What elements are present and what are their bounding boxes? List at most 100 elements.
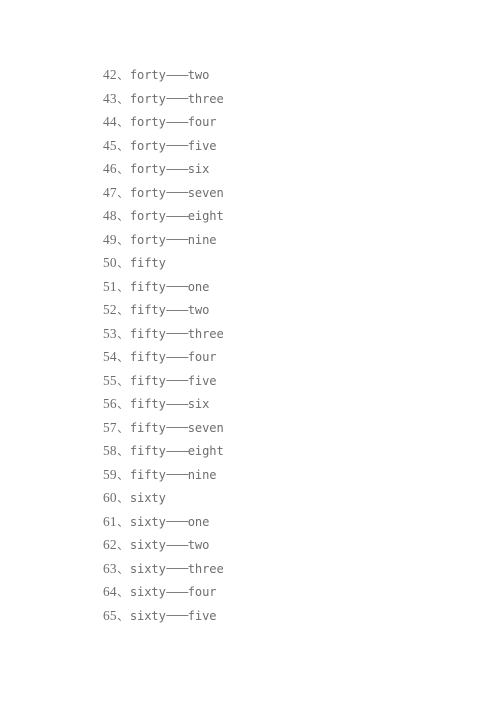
list-item-number: 60 [103,490,117,505]
list-item-number: 50 [103,255,117,270]
list-item: 46、 forty——six [103,157,423,181]
document-page: 42、 forty——two 43、 forty——three 44、 forty——fo… [0,0,500,707]
word-separator-dash: —— [165,349,189,364]
list-item: 48、 forty——eight [103,204,423,228]
list-item: 65、 sixty——five [103,604,423,628]
enumeration-comma: 、 [117,586,129,599]
word-tens: fifty [129,420,166,435]
word-units: two [187,303,210,317]
list-item-number: 59 [103,466,117,482]
enumeration-comma: 、 [117,421,129,435]
enumeration-comma: 、 [117,69,129,82]
word-separator-dash: —— [165,302,189,317]
list-item-number: 58 [103,443,117,458]
word-units: three [187,561,224,576]
enumeration-comma: 、 [117,374,129,388]
enumeration-comma: 、 [117,304,129,317]
numbered-word-list: 42、 forty——two 43、 forty——three 44、 forty——fo… [103,63,423,627]
list-item-number: 47 [103,184,117,200]
list-item: 47、 forty——seven [103,181,423,205]
word-tens: fifty [129,303,166,317]
word-separator-dash: —— [165,208,189,223]
word-separator-dash: —— [165,138,189,152]
enumeration-comma: 、 [117,257,129,270]
word-units: five [187,373,217,388]
word-tens: fifty [129,350,166,364]
word-units: seven [187,185,224,200]
enumeration-comma: 、 [117,468,129,482]
list-item-number: 48 [103,208,117,223]
list-item: 62、 sixty——two [103,533,423,557]
word-units: eight [187,209,224,223]
word-tens: sixty [129,514,166,529]
list-item: 64、 sixty——four [103,580,423,604]
word-separator-dash: —— [165,561,189,575]
word-units: six [187,397,210,411]
enumeration-comma: 、 [117,398,129,411]
list-item-number: 64 [103,584,117,599]
word-separator-dash: —— [165,608,189,622]
word-units: eight [187,444,224,458]
list-item-number: 51 [103,278,117,294]
word-units: two [187,538,210,552]
word-separator-dash: —— [165,232,189,246]
word-tens: forty [129,138,166,153]
enumeration-comma: 、 [117,233,129,247]
word-tens: forty [129,115,166,129]
word-separator-dash: —— [165,67,189,82]
enumeration-comma: 、 [117,280,129,294]
list-item: 60、 sixty [103,486,423,510]
list-item: 53、 fifty——three [103,322,423,346]
enumeration-comma: 、 [117,139,129,153]
word-units: three [187,91,224,106]
word-units: nine [187,232,217,247]
word-separator-dash: —— [165,279,189,293]
word-tens: sixty [129,561,166,576]
word-units: one [187,279,210,294]
word-tens: forty [129,91,166,106]
list-item-number: 42 [103,67,117,82]
word-tens: sixty [129,585,166,599]
list-item: 54、 fifty——four [103,345,423,369]
word-tens: forty [129,185,166,200]
list-item: 44、 forty——four [103,110,423,134]
word-tens: forty [129,162,166,176]
list-item: 56、 fifty——six [103,392,423,416]
word-tens: fifty [129,467,166,482]
list-item: 57、 fifty——seven [103,416,423,440]
word-separator-dash: —— [165,514,189,528]
word-separator-dash: —— [165,91,189,105]
word-tens: fifty [129,326,166,341]
enumeration-comma: 、 [117,116,129,129]
word-units: two [187,68,210,82]
word-tens: fifty [129,444,166,458]
enumeration-comma: 、 [117,92,129,106]
list-item-number: 45 [103,137,117,153]
word-separator-dash: —— [165,537,189,552]
enumeration-comma: 、 [117,351,129,364]
enumeration-comma: 、 [117,539,129,552]
enumeration-comma: 、 [117,186,129,200]
list-item-number: 53 [103,325,117,341]
list-item-number: 63 [103,560,117,576]
word-units: nine [187,467,217,482]
word-tens: sixty [129,538,166,552]
word-separator-dash: —— [165,326,189,340]
word-units: four [187,350,217,364]
word-units: four [187,115,217,129]
list-item: 51、 fifty——one [103,275,423,299]
enumeration-comma: 、 [117,515,129,529]
word-separator-dash: —— [165,443,189,458]
list-item: 59、 fifty——nine [103,463,423,487]
list-item: 50、 fifty [103,251,423,275]
list-item: 45、 forty——five [103,134,423,158]
word-separator-dash: —— [165,373,189,387]
list-item-number: 65 [103,607,117,623]
word-units: five [187,138,217,153]
list-item-number: 44 [103,114,117,129]
list-item: 55、 fifty——five [103,369,423,393]
word-units: seven [187,420,224,435]
list-item: 49、 forty——nine [103,228,423,252]
word-tens: forty [129,209,166,223]
list-item-number: 43 [103,90,117,106]
